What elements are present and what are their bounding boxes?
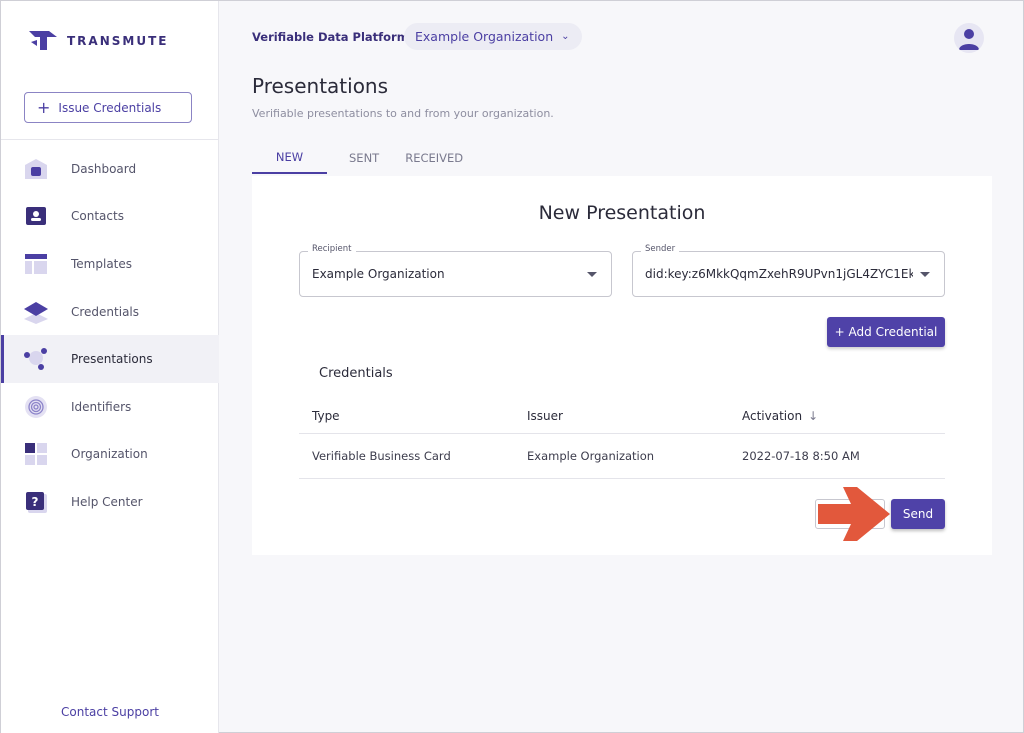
sidebar-item-templates[interactable]: Templates xyxy=(1,240,219,288)
layers-icon xyxy=(23,300,49,324)
tab-received[interactable]: RECEIVED xyxy=(401,141,485,174)
dropdown-arrow-icon xyxy=(920,272,930,277)
recipient-value: Example Organization xyxy=(312,267,445,281)
cell-issuer: Example Organization xyxy=(527,449,655,463)
table-row[interactable]: Verifiable Business Card Example Organiz… xyxy=(299,434,945,479)
help-icon: ? xyxy=(23,490,49,514)
sidebar-item-label: Dashboard xyxy=(71,161,137,176)
sidebar-item-credentials[interactable]: Credentials xyxy=(1,288,219,336)
cell-type: Verifiable Business Card xyxy=(312,449,451,463)
sidebar-item-label: Credentials xyxy=(71,304,140,319)
column-header-type[interactable]: Type xyxy=(299,409,514,423)
column-header-activation-label: Activation xyxy=(742,408,803,423)
column-header-activation[interactable]: Activation ↓ xyxy=(729,409,945,423)
layout-icon xyxy=(23,252,49,276)
svg-text:?: ? xyxy=(32,495,39,509)
contact-card-icon xyxy=(23,204,49,228)
transmute-logo-icon xyxy=(29,31,57,50)
contact-support-link[interactable]: Contact Support xyxy=(1,705,219,719)
card-title: New Presentation xyxy=(538,202,706,224)
organization-select[interactable]: Example Organization ⌄ xyxy=(404,23,582,50)
sender-select[interactable]: Sender did:key:z6MkkQqmZxehR9UPvn1jGL4ZY… xyxy=(632,244,945,297)
sidebar-item-dashboard[interactable]: Dashboard xyxy=(1,145,219,193)
organization-select-value: Example Organization xyxy=(415,29,554,44)
issue-credentials-button[interactable]: + Issue Credentials xyxy=(24,92,192,123)
sidebar-item-label: Templates xyxy=(71,256,133,271)
sidebar-item-organization[interactable]: Organization xyxy=(1,431,219,479)
logo[interactable]: TRANSMUTE xyxy=(27,28,168,54)
sidebar-item-label: Identifiers xyxy=(71,399,132,414)
plus-icon: + xyxy=(37,97,51,117)
credentials-table: Type Issuer Activation ↓ Verifiable Busi… xyxy=(299,398,945,479)
sidebar-item-help-center[interactable]: ? Help Center xyxy=(1,478,219,526)
annotation-arrow-icon xyxy=(818,487,890,541)
column-header-issuer[interactable]: Issuer xyxy=(514,409,729,423)
platform-title: Verifiable Data Platform xyxy=(252,30,409,44)
credentials-heading: Credentials xyxy=(319,366,393,381)
sidebar-item-presentations[interactable]: Presentations xyxy=(1,335,219,383)
sidebar-divider xyxy=(1,139,219,140)
user-avatar[interactable] xyxy=(954,23,984,53)
issue-credentials-label: Issue Credentials xyxy=(58,100,162,115)
sidebar-item-identifiers[interactable]: Identifiers xyxy=(1,383,219,431)
fingerprint-icon xyxy=(23,395,49,419)
sidebar-item-label: Contacts xyxy=(71,209,124,224)
tab-new[interactable]: NEW xyxy=(252,141,327,174)
sidebar-nav: Dashboard Contacts Templates Credentials… xyxy=(1,145,219,526)
page-subtitle: Verifiable presentations to and from you… xyxy=(252,107,554,120)
user-icon xyxy=(959,29,979,50)
sidebar: TRANSMUTE + Issue Credentials Dashboard … xyxy=(1,1,219,733)
recipient-label: Recipient xyxy=(308,244,356,254)
home-icon xyxy=(23,157,49,181)
table-header-row: Type Issuer Activation ↓ xyxy=(299,398,945,434)
send-button[interactable]: Send xyxy=(891,499,945,529)
page-title: Presentations xyxy=(252,74,389,98)
recipient-select[interactable]: Recipient Example Organization xyxy=(299,244,612,297)
cell-activation: 2022-07-18 8:50 AM xyxy=(742,449,860,463)
grid-icon xyxy=(23,442,49,466)
sidebar-item-label: Help Center xyxy=(71,494,143,509)
sender-label: Sender xyxy=(641,244,680,254)
logo-text: TRANSMUTE xyxy=(67,34,169,48)
tab-bar: NEW SENT RECEIVED xyxy=(252,141,485,176)
sidebar-item-label: Presentations xyxy=(71,352,153,367)
add-credential-button[interactable]: + Add Credential xyxy=(827,317,945,347)
chevron-down-icon: ⌄ xyxy=(561,31,570,42)
sort-arrow-down-icon[interactable]: ↓ xyxy=(808,409,818,423)
sidebar-item-contacts[interactable]: Contacts xyxy=(1,193,219,241)
tab-sent[interactable]: SENT xyxy=(327,141,401,174)
network-icon xyxy=(23,347,49,371)
sidebar-item-label: Organization xyxy=(71,447,148,462)
dropdown-arrow-icon xyxy=(587,272,597,277)
sender-value: did:key:z6MkkQqmZxehR9UPvn1jGL4ZYC1EkL xyxy=(645,267,913,281)
